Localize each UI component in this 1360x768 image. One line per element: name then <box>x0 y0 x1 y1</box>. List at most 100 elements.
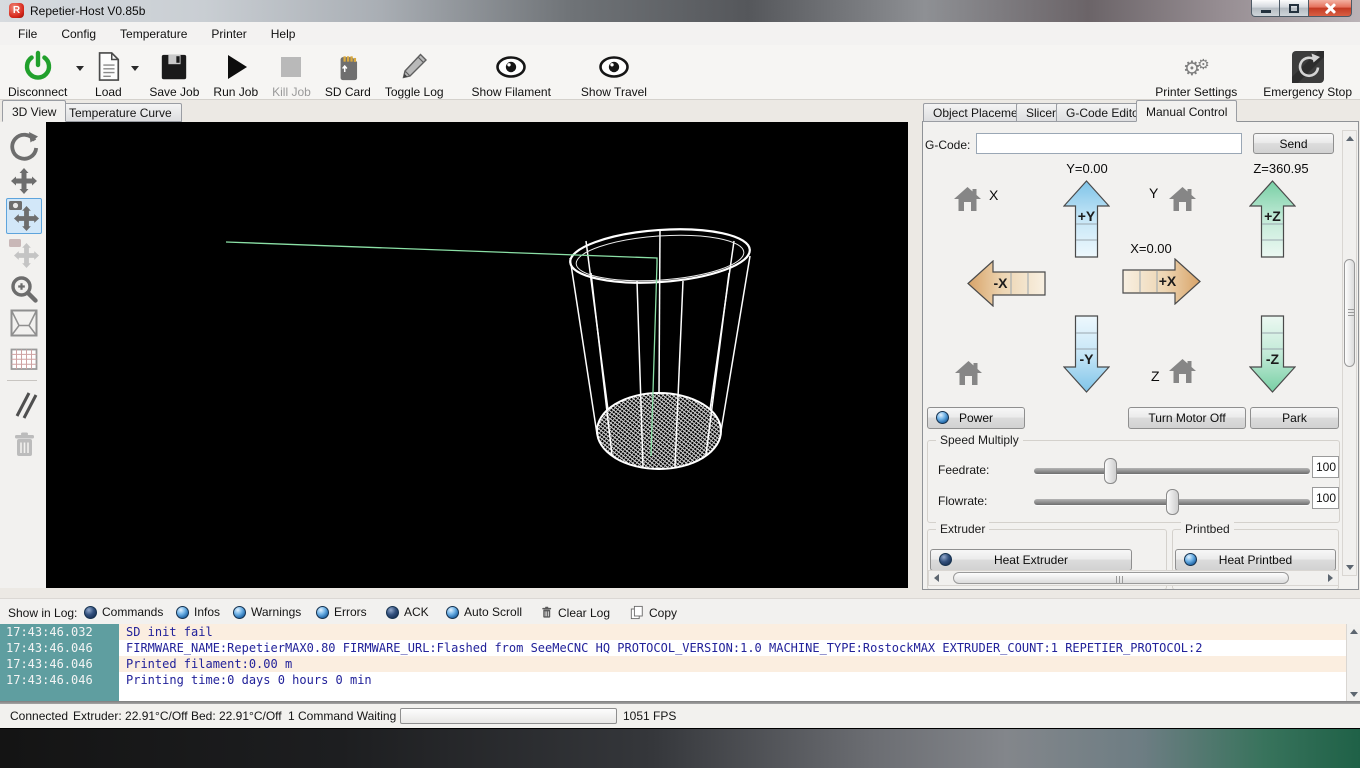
home-y-button[interactable] <box>1168 185 1197 217</box>
status-bar: Connected Extruder: 22.91°C/Off Bed: 22.… <box>0 704 1360 728</box>
save-job-button[interactable]: Save Job <box>149 49 199 99</box>
show-filament-button[interactable]: Show Filament <box>472 49 551 99</box>
printbed-led-icon <box>1184 553 1197 566</box>
rotate-view-icon[interactable] <box>6 128 42 164</box>
heat-printbed-button[interactable]: Heat Printbed <box>1175 549 1336 571</box>
heat-extruder-button[interactable]: Heat Extruder <box>930 549 1132 571</box>
feedrate-slider-thumb[interactable] <box>1104 458 1117 484</box>
tab-3d-view[interactable]: 3D View <box>2 100 66 122</box>
eye-icon <box>494 49 528 84</box>
stop-square-icon <box>278 49 304 84</box>
log-row: Printing time:0 days 0 hours 0 min <box>119 672 1346 688</box>
tab-temperature-curve[interactable]: Temperature Curve <box>59 103 182 122</box>
move-z-minus-button[interactable]: -Z <box>1249 315 1296 398</box>
menu-temperature[interactable]: Temperature <box>108 24 199 44</box>
menu-bar: File Config Temperature Printer Help <box>0 22 1360 45</box>
log-vscrollbar[interactable] <box>1346 624 1360 701</box>
move-x-minus-button[interactable]: -X <box>967 260 1046 312</box>
z-position-readout: Z=360.95 <box>1241 161 1321 176</box>
title-bar: R Repetier-Host V0.85b <box>0 0 1360 22</box>
home-all-button[interactable] <box>954 359 983 391</box>
play-icon <box>222 49 250 84</box>
log-row: FIRMWARE_NAME:RepetierMAX0.80 FIRMWARE_U… <box>119 640 1346 656</box>
hscrollbar-thumb[interactable] <box>953 572 1289 584</box>
floppy-icon <box>159 49 189 84</box>
vscrollbar-thumb[interactable] <box>1344 259 1355 367</box>
show-in-log-label: Show in Log: <box>8 606 77 620</box>
clear-log-button[interactable]: Clear Log <box>540 605 610 620</box>
top-view-icon[interactable] <box>6 341 42 377</box>
menu-config[interactable]: Config <box>49 24 108 44</box>
send-button[interactable]: Send <box>1253 133 1334 154</box>
printbed-title: Printbed <box>1181 522 1234 536</box>
close-button[interactable] <box>1308 0 1352 17</box>
scroll-down-button[interactable] <box>1347 688 1360 700</box>
run-job-button[interactable]: Run Job <box>213 49 258 99</box>
scroll-up-button[interactable] <box>1343 131 1356 146</box>
toggle-ack[interactable]: ACK <box>386 605 429 619</box>
scroll-right-button[interactable] <box>1323 571 1338 585</box>
load-button[interactable]: Load <box>94 49 122 99</box>
chevron-down-icon <box>131 66 139 71</box>
menu-printer[interactable]: Printer <box>199 24 258 44</box>
panel-vscrollbar[interactable] <box>1342 130 1357 576</box>
park-button[interactable]: Park <box>1250 407 1339 429</box>
zoom-icon[interactable] <box>6 271 42 307</box>
emergency-stop-button[interactable]: Emergency Stop <box>1263 49 1352 99</box>
log-timestamp: 17:43:46.046 <box>6 640 93 656</box>
feedrate-slider-track[interactable] <box>1034 468 1310 474</box>
move-z-plus-button[interactable]: +Z <box>1249 180 1296 263</box>
extruder-title: Extruder <box>936 522 989 536</box>
printer-settings-button[interactable]: ⚙⚙ Printer Settings <box>1155 49 1237 99</box>
travel-path-line <box>226 242 657 456</box>
progress-bar <box>400 708 617 724</box>
move-object-icon <box>6 235 42 271</box>
led-icon <box>446 606 459 619</box>
emergency-stop-icon <box>1291 49 1325 84</box>
log-output[interactable]: SD init fail FIRMWARE_NAME:RepetierMAX0.… <box>0 624 1346 701</box>
disconnect-button[interactable]: Disconnect <box>8 49 67 99</box>
menu-help[interactable]: Help <box>259 24 308 44</box>
toggle-warnings[interactable]: Warnings <box>233 605 301 619</box>
home-z-button[interactable] <box>1168 357 1197 389</box>
power-button[interactable]: Power <box>927 407 1025 429</box>
parallel-projection-icon[interactable] <box>6 386 42 422</box>
speed-multiply-group: Speed Multiply Feedrate: 100 Flowrate: 1… <box>927 440 1340 523</box>
pencil-icon <box>399 49 429 84</box>
toggle-auto-scroll[interactable]: Auto Scroll <box>446 605 522 619</box>
gcode-label: G-Code: <box>925 138 970 152</box>
eye-icon <box>597 49 631 84</box>
toggle-log-button[interactable]: Toggle Log <box>385 49 444 99</box>
perspective-view-icon[interactable] <box>6 305 42 341</box>
sd-card-button[interactable]: SD Card <box>325 49 371 99</box>
scroll-up-button[interactable] <box>1347 625 1360 637</box>
led-icon <box>84 606 97 619</box>
move-view-icon[interactable] <box>6 163 42 199</box>
show-travel-button[interactable]: Show Travel <box>581 49 647 99</box>
flowrate-slider-thumb[interactable] <box>1166 489 1179 515</box>
scroll-down-button[interactable] <box>1343 560 1356 575</box>
home-icon <box>1168 357 1197 384</box>
disconnect-dropdown[interactable] <box>75 49 84 85</box>
panel-hscrollbar[interactable] <box>928 570 1339 586</box>
gcode-input[interactable] <box>976 133 1242 154</box>
tab-manual-control[interactable]: Manual Control <box>1136 100 1237 122</box>
toggle-commands[interactable]: Commands <box>84 605 163 619</box>
turn-motor-off-button[interactable]: Turn Motor Off <box>1128 407 1246 429</box>
home-icon <box>1168 185 1197 212</box>
menu-file[interactable]: File <box>6 24 49 44</box>
toggle-infos[interactable]: Infos <box>176 605 220 619</box>
copy-button[interactable]: Copy <box>630 605 677 620</box>
toggle-errors[interactable]: Errors <box>316 605 367 619</box>
3d-viewport[interactable] <box>46 122 908 588</box>
move-x-plus-button[interactable]: +X <box>1122 258 1201 310</box>
move-camera-icon[interactable] <box>6 198 42 234</box>
load-dropdown[interactable] <box>130 49 139 85</box>
move-y-plus-button[interactable]: +Y <box>1063 180 1110 263</box>
home-x-button[interactable] <box>953 185 982 217</box>
led-icon <box>233 606 246 619</box>
move-y-minus-button[interactable]: -Y <box>1063 315 1110 398</box>
scroll-left-button[interactable] <box>929 571 944 585</box>
minimize-button[interactable] <box>1251 0 1280 17</box>
maximize-button[interactable] <box>1280 0 1308 17</box>
